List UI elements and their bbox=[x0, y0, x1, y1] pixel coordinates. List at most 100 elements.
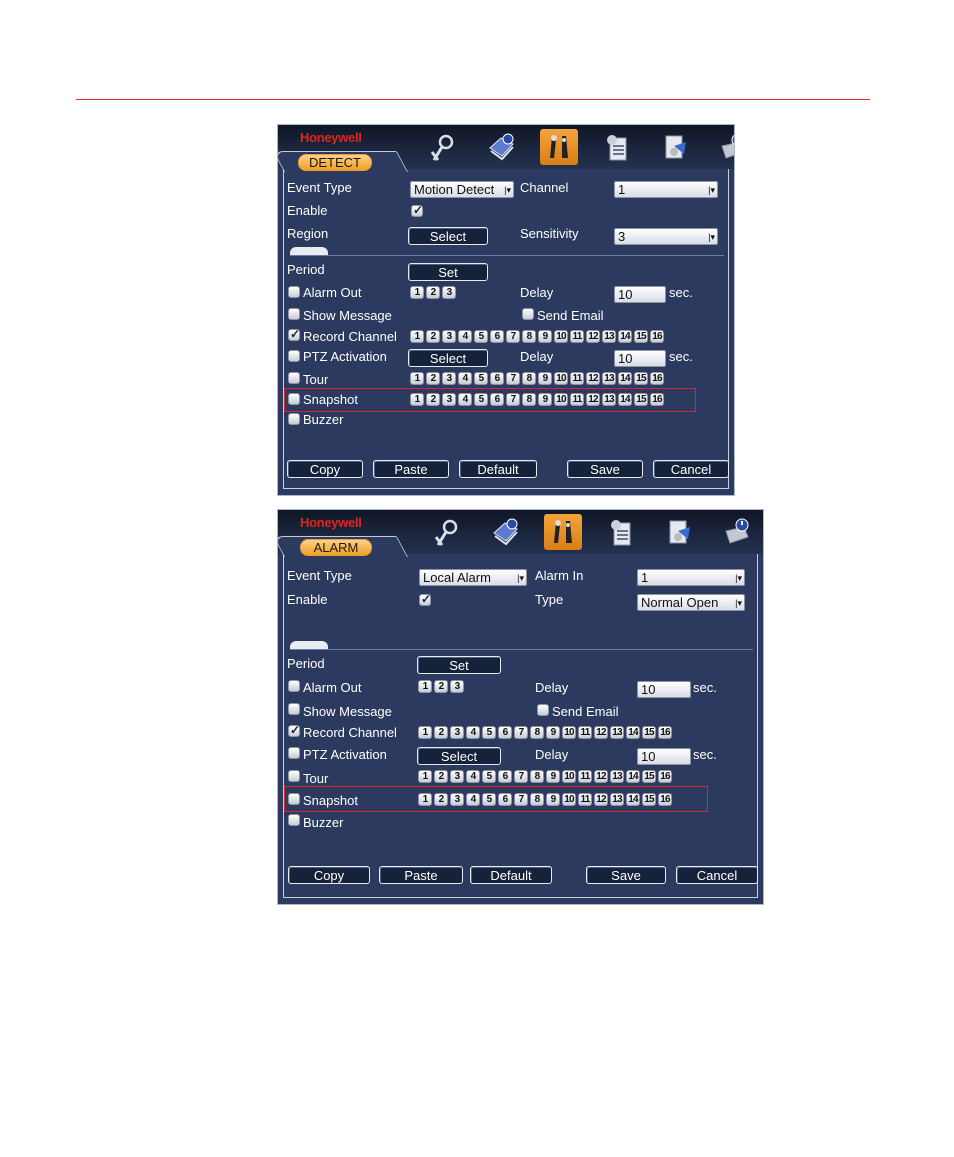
delay-input[interactable]: 10 bbox=[614, 286, 666, 303]
delay2-input[interactable]: 10 bbox=[614, 350, 666, 367]
channel-chip[interactable]: 2 bbox=[434, 770, 448, 783]
channel-chip[interactable]: 12 bbox=[586, 330, 600, 343]
channel-chip[interactable]: 8 bbox=[522, 330, 536, 343]
paste-button[interactable]: Paste bbox=[373, 460, 449, 478]
channel-chip[interactable]: 7 bbox=[514, 726, 528, 739]
channel-chip[interactable]: 13 bbox=[610, 770, 624, 783]
copy-button[interactable]: Copy bbox=[287, 460, 363, 478]
paste-button[interactable]: Paste bbox=[379, 866, 463, 884]
channel-chip[interactable]: 1 bbox=[410, 372, 424, 385]
channel-chip[interactable]: 6 bbox=[490, 372, 504, 385]
ptz-activation-checkbox[interactable] bbox=[288, 747, 300, 759]
type-select[interactable]: Normal Open |▾ bbox=[637, 594, 745, 611]
channel-chip[interactable]: 9 bbox=[546, 770, 560, 783]
channel-chip[interactable]: 3 bbox=[450, 726, 464, 739]
channel-chip[interactable]: 10 bbox=[562, 726, 576, 739]
channel-select[interactable]: 1 |▾ bbox=[614, 181, 718, 198]
tour-checkbox[interactable] bbox=[288, 372, 300, 384]
channel-chip[interactable]: 5 bbox=[474, 330, 488, 343]
channel-chip[interactable]: 13 bbox=[602, 372, 616, 385]
channel-chip[interactable]: 11 bbox=[578, 726, 592, 739]
delay2-input[interactable]: 10 bbox=[637, 748, 691, 765]
save-button[interactable]: Save bbox=[567, 460, 643, 478]
channel-chip[interactable]: 6 bbox=[498, 770, 512, 783]
channel-chip[interactable]: 3 bbox=[450, 770, 464, 783]
channel-chip[interactable]: 4 bbox=[458, 372, 472, 385]
enable-checkbox[interactable] bbox=[419, 592, 431, 606]
channel-chip[interactable]: 13 bbox=[602, 330, 616, 343]
event-type-select[interactable]: Local Alarm |▾ bbox=[419, 569, 527, 586]
alarm-in-select[interactable]: 1 |▾ bbox=[637, 569, 745, 586]
channel-chip[interactable]: 14 bbox=[626, 726, 640, 739]
event-type-select[interactable]: Motion Detect |▾ bbox=[410, 181, 514, 198]
channel-chip[interactable]: 3 bbox=[442, 372, 456, 385]
alarm-out-chip[interactable]: 1 bbox=[410, 286, 424, 299]
ptz-select-button[interactable]: Select bbox=[408, 349, 488, 367]
ptz-select-button[interactable]: Select bbox=[417, 747, 501, 765]
channel-chip[interactable]: 2 bbox=[434, 726, 448, 739]
channel-chip[interactable]: 15 bbox=[634, 330, 648, 343]
channel-chip[interactable]: 8 bbox=[522, 372, 536, 385]
alarm-out-chip[interactable]: 2 bbox=[426, 286, 440, 299]
cancel-button[interactable]: Cancel bbox=[653, 460, 729, 478]
period-set-button[interactable]: Set bbox=[408, 263, 488, 281]
channel-chip[interactable]: 10 bbox=[562, 770, 576, 783]
channel-chip[interactable]: 1 bbox=[418, 770, 432, 783]
region-select-button[interactable]: Select bbox=[408, 227, 488, 245]
channel-chip[interactable]: 14 bbox=[618, 330, 632, 343]
channel-chip[interactable]: 7 bbox=[506, 372, 520, 385]
channel-chip[interactable]: 2 bbox=[426, 330, 440, 343]
alarm-out-chip[interactable]: 2 bbox=[434, 680, 448, 693]
enable-checkbox[interactable] bbox=[411, 203, 423, 217]
delay-input[interactable]: 10 bbox=[637, 681, 691, 698]
section-subtab[interactable] bbox=[290, 247, 328, 255]
show-message-checkbox[interactable] bbox=[288, 703, 300, 715]
send-email-checkbox[interactable] bbox=[522, 308, 534, 320]
channel-chip[interactable]: 5 bbox=[482, 770, 496, 783]
channel-chip[interactable]: 7 bbox=[514, 770, 528, 783]
channel-chip[interactable]: 9 bbox=[538, 330, 552, 343]
channel-chip[interactable]: 16 bbox=[650, 330, 664, 343]
channel-chip[interactable]: 5 bbox=[482, 726, 496, 739]
record-channel-checkbox[interactable] bbox=[288, 327, 300, 341]
section-subtab[interactable] bbox=[290, 641, 328, 649]
show-message-checkbox[interactable] bbox=[288, 308, 300, 320]
channel-chip[interactable]: 12 bbox=[586, 372, 600, 385]
default-button[interactable]: Default bbox=[470, 866, 552, 884]
alarm-out-checkbox[interactable] bbox=[288, 680, 300, 692]
channel-chip[interactable]: 8 bbox=[530, 770, 544, 783]
channel-chip[interactable]: 10 bbox=[554, 330, 568, 343]
save-button[interactable]: Save bbox=[586, 866, 666, 884]
cancel-button[interactable]: Cancel bbox=[676, 866, 758, 884]
channel-chip[interactable]: 13 bbox=[610, 726, 624, 739]
channel-chip[interactable]: 4 bbox=[466, 726, 480, 739]
channel-chip[interactable]: 16 bbox=[658, 770, 672, 783]
channel-chip[interactable]: 2 bbox=[426, 372, 440, 385]
send-email-checkbox[interactable] bbox=[537, 704, 549, 716]
alarm-out-checkbox[interactable] bbox=[288, 286, 300, 298]
channel-chip[interactable]: 12 bbox=[594, 770, 608, 783]
copy-button[interactable]: Copy bbox=[288, 866, 370, 884]
alarm-out-chip[interactable]: 3 bbox=[450, 680, 464, 693]
channel-chip[interactable]: 5 bbox=[474, 372, 488, 385]
channel-chip[interactable]: 9 bbox=[546, 726, 560, 739]
channel-chip[interactable]: 12 bbox=[594, 726, 608, 739]
channel-chip[interactable]: 1 bbox=[418, 726, 432, 739]
channel-chip[interactable]: 1 bbox=[410, 330, 424, 343]
record-channel-checkbox[interactable] bbox=[288, 723, 300, 737]
sensitivity-select[interactable]: 3 |▾ bbox=[614, 228, 718, 245]
channel-chip[interactable]: 14 bbox=[626, 770, 640, 783]
channel-chip[interactable]: 11 bbox=[570, 330, 584, 343]
channel-chip[interactable]: 6 bbox=[490, 330, 504, 343]
channel-chip[interactable]: 14 bbox=[618, 372, 632, 385]
buzzer-checkbox[interactable] bbox=[288, 814, 300, 826]
channel-chip[interactable]: 15 bbox=[634, 372, 648, 385]
alarm-out-chip[interactable]: 1 bbox=[418, 680, 432, 693]
period-set-button[interactable]: Set bbox=[417, 656, 501, 674]
default-button[interactable]: Default bbox=[459, 460, 537, 478]
channel-chip[interactable]: 4 bbox=[466, 770, 480, 783]
channel-chip[interactable]: 6 bbox=[498, 726, 512, 739]
channel-chip[interactable]: 9 bbox=[538, 372, 552, 385]
alarm-out-chip[interactable]: 3 bbox=[442, 286, 456, 299]
ptz-activation-checkbox[interactable] bbox=[288, 350, 300, 362]
